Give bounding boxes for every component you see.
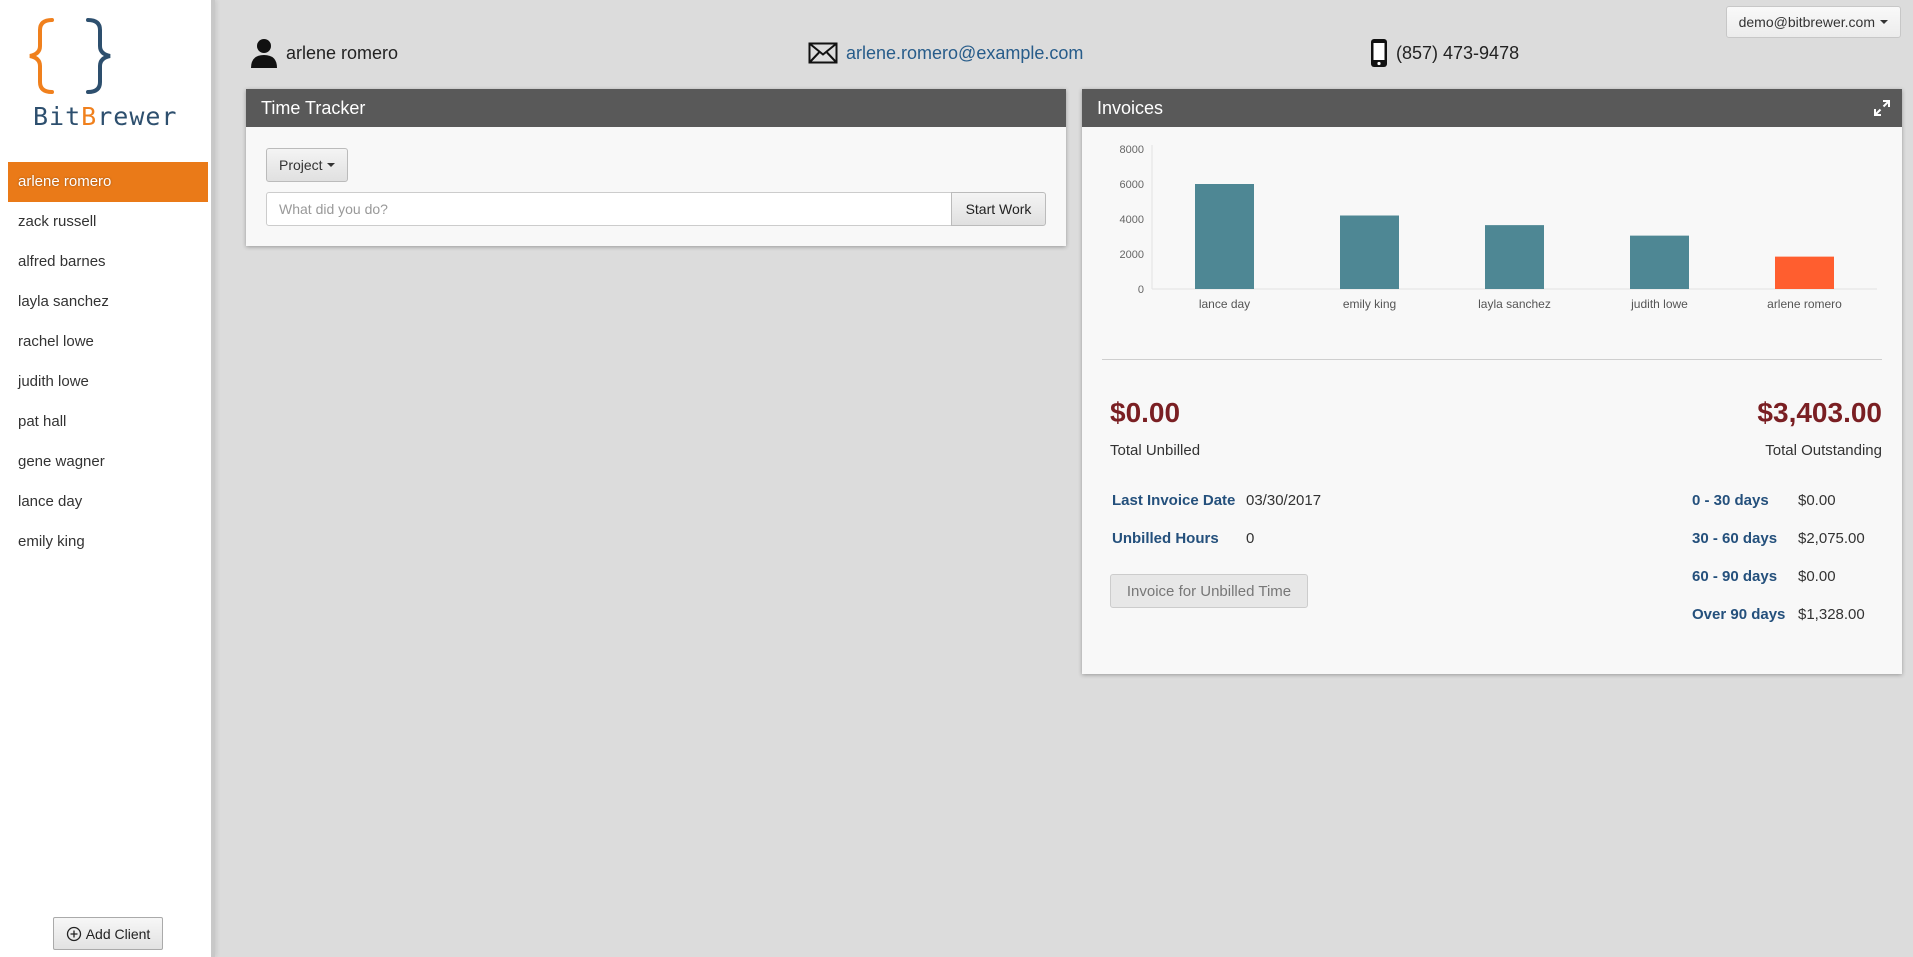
add-client-button[interactable]: Add Client [53, 917, 163, 950]
expand-icon[interactable] [1874, 100, 1890, 116]
aging-label: Over 90 days [1692, 606, 1786, 623]
caret-down-icon [1880, 20, 1888, 24]
aging-value: $0.00 [1798, 492, 1836, 509]
client-item[interactable]: layla sanchez [8, 282, 208, 322]
aging-value: $0.00 [1798, 568, 1836, 585]
client-phone-header: (857) 473-9478 [1370, 38, 1519, 68]
x-tick-label: arlene romero [1767, 297, 1842, 311]
invoice-bar-chart: 0 2000 4000 6000 8000 lance day emily king layl… [1120, 144, 1877, 311]
user-email-label: demo@bitbrewer.com [1738, 14, 1875, 30]
project-label: Project [279, 157, 323, 173]
total-unbilled-label: Total Unbilled [1110, 442, 1201, 459]
caret-down-icon [326, 163, 335, 167]
last-invoice-date-value: 03/30/2017 [1246, 492, 1322, 509]
invoices-heading: Invoices [1082, 89, 1902, 127]
time-tracker-title: Time Tracker [246, 89, 1066, 127]
user-menu-dropdown[interactable]: demo@bitbrewer.com [1725, 6, 1901, 38]
invoices-title: Invoices [1097, 98, 1164, 118]
client-item[interactable]: zack russell [8, 202, 208, 242]
chart-bar [1340, 215, 1399, 289]
start-work-button[interactable]: Start Work [951, 192, 1046, 226]
total-outstanding-label: Total Outstanding [1765, 442, 1882, 459]
client-item[interactable]: alfred barnes [8, 242, 208, 282]
envelope-icon [808, 42, 838, 64]
x-tick-label: emily king [1343, 297, 1396, 311]
time-tracker-panel: Time Tracker Project Start Work [246, 89, 1066, 246]
logo-text-part: rewer [97, 102, 178, 131]
aging-label: 60 - 90 days [1692, 568, 1778, 585]
aging-label: 30 - 60 days [1692, 530, 1778, 547]
work-description-input[interactable] [266, 192, 952, 226]
aging-row: 30 - 60 days $2,075.00 [1692, 530, 1892, 568]
aging-value: $2,075.00 [1798, 530, 1865, 547]
person-icon [251, 39, 277, 68]
client-item[interactable]: emily king [8, 522, 208, 562]
chart-bar [1775, 256, 1834, 289]
client-phone: (857) 473-9478 [1396, 42, 1520, 63]
client-name-header: arlene romero [250, 38, 398, 68]
chart-bar [1195, 184, 1254, 289]
aging-row: 60 - 90 days $0.00 [1692, 568, 1892, 606]
x-tick-label: judith lowe [1630, 297, 1688, 311]
add-client-label: Add Client [85, 925, 151, 942]
unbilled-hours-value: 0 [1246, 530, 1255, 547]
y-tick-label: 8000 [1120, 144, 1144, 156]
client-item[interactable]: pat hall [8, 402, 208, 442]
last-invoice-date-row: Last Invoice Date 03/30/2017 [1112, 492, 1321, 509]
aging-row: 0 - 30 days $0.00 [1692, 492, 1892, 530]
client-item[interactable]: arlene romero [8, 162, 208, 202]
client-item[interactable]: rachel lowe [8, 322, 208, 362]
unbilled-hours-row: Unbilled Hours 0 [1112, 530, 1254, 547]
aging-value: $1,328.00 [1798, 606, 1865, 623]
chart-divider [1102, 359, 1882, 360]
client-email-header: arlene.romero@example.com [808, 38, 1083, 68]
aging-label: 0 - 30 days [1692, 492, 1769, 509]
client-item[interactable]: lance day [8, 482, 208, 522]
project-dropdown-button[interactable]: Project [266, 148, 348, 182]
client-list: arlene romero zack russell alfred barnes… [8, 162, 208, 562]
x-tick-label: layla sanchez [1478, 297, 1551, 311]
aging-row: Over 90 days $1,328.00 [1692, 606, 1892, 644]
client-name: arlene romero [286, 42, 399, 63]
y-tick-label: 4000 [1120, 214, 1144, 226]
mobile-phone-icon [1371, 39, 1387, 67]
client-item[interactable]: gene wagner [8, 442, 208, 482]
client-item[interactable]: judith lowe [8, 362, 208, 402]
logo-text-part: Bit [33, 102, 82, 131]
sidebar: BitBrewer arlene romero zack russell alf… [0, 0, 215, 957]
invoice-unbilled-time-button[interactable]: Invoice for Unbilled Time [1110, 574, 1308, 608]
unbilled-hours-label: Unbilled Hours [1112, 530, 1219, 547]
chart-bar [1485, 225, 1544, 289]
y-tick-label: 2000 [1120, 249, 1144, 261]
plus-circle-icon [66, 926, 81, 941]
chart-bar [1630, 235, 1689, 289]
y-tick-label: 6000 [1120, 179, 1144, 191]
logo-braces-icon [29, 18, 111, 94]
aging-summary: 0 - 30 days $0.00 30 - 60 days $2,075.00… [1692, 492, 1892, 644]
total-unbilled-amount: $0.00 [1110, 397, 1181, 428]
client-email-link[interactable]: arlene.romero@example.com [846, 43, 1083, 64]
invoices-panel: Invoices 0 2000 4000 6000 8000 lance day emily… [1082, 89, 1902, 674]
x-tick-label: lance day [1199, 297, 1250, 311]
bitbrewer-logo[interactable]: BitBrewer [20, 16, 190, 134]
logo-text: BitBrewer [33, 102, 177, 131]
total-outstanding-amount: $3,403.00 [1757, 397, 1882, 428]
logo-text-accent: B [81, 102, 98, 131]
last-invoice-date-label: Last Invoice Date [1112, 492, 1236, 509]
y-tick-label: 0 [1138, 284, 1144, 296]
